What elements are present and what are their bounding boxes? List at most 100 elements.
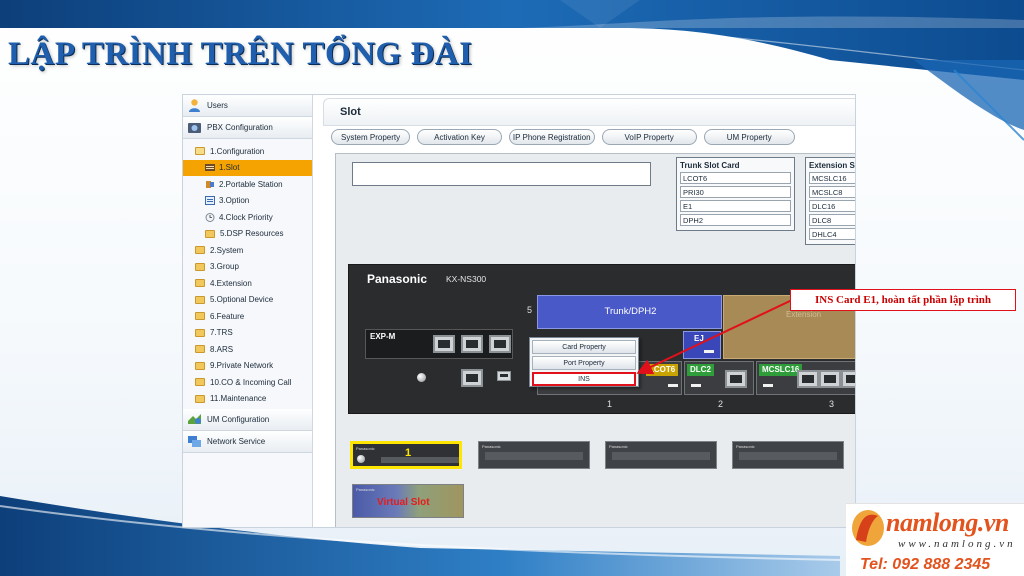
tree-item-extension[interactable]: 4.Extension [183,275,312,292]
port-property-menu-item[interactable]: Port Property [532,356,636,370]
tree-item-trs[interactable]: 7.TRS [183,325,312,342]
cabinet-thumbnail[interactable]: Panasonic [605,441,717,469]
ethernet-port-icon [819,370,841,388]
tree-item-private-network[interactable]: 9.Private Network [183,358,312,375]
trunk-card-item[interactable]: E1 [680,200,791,212]
trunk-card-item[interactable]: PRI30 [680,186,791,198]
extension-card-item[interactable]: MCSLC8 [809,186,855,198]
station-icon [206,180,214,188]
tree-item-label: 4.Clock Priority [219,212,273,222]
trunk-slot-label: Trunk/DPH2 [604,306,657,317]
extension-card-item[interactable]: DHLC4 [809,228,855,240]
cabinet-thumbnail[interactable]: Panasonic [732,441,844,469]
tree-item-group[interactable]: 3.Group [183,259,312,276]
tree-item-dsp-resources[interactable]: 5.DSP Resources [183,226,312,243]
ej-label: EJ [694,334,704,343]
ins-menu-item[interactable]: INS [532,372,636,386]
tree-item-configuration[interactable]: 1.Configuration [183,143,312,160]
slot-number: 1 [607,399,613,409]
tree-item-clock-priority[interactable]: 4.Clock Priority [183,209,312,226]
logo-website: www.namlong.vn [898,538,1016,550]
namlong-logo-icon [852,510,884,546]
clock-icon [205,212,215,222]
sidebar-section-pbx-configuration[interactable]: PBX Configuration [183,117,312,139]
logo-phone: Tel: 092 888 2345 [860,556,991,573]
tree-item-label: 8.ARS [210,344,234,354]
extension-card-item[interactable]: DLC8 [809,214,855,226]
thumbnail-brand: Panasonic [356,446,375,451]
tree-item-system[interactable]: 2.System [183,242,312,259]
page-title: Slot [323,98,855,126]
sidebar-section-users[interactable]: Users [183,95,312,117]
sidebar: Users PBX Configuration 1.Configuration … [183,95,313,527]
main-panel: Slot System Property Activation Key IP P… [323,95,856,527]
thumbnail-brand: Panasonic [356,487,375,492]
voip-property-button[interactable]: VoIP Property [601,129,697,145]
ethernet-port-icon [797,370,819,388]
virtual-slot-thumbnail[interactable]: Panasonic Virtual Slot [352,484,464,518]
thumbnail-number: 1 [405,447,412,459]
trunk-card-item[interactable]: DPH2 [680,214,791,226]
tree-item-ars[interactable]: 8.ARS [183,341,312,358]
system-property-button[interactable]: System Property [331,129,411,145]
right-wave-decoration [914,60,1024,141]
folder-icon [205,229,215,238]
trunk-slot-card-list: Trunk Slot Card LCOT6 PRI30 E1 DPH2 [676,157,795,231]
card-property-menu-item[interactable]: Card Property [532,340,636,354]
tree-item-label: 1.Slot [219,163,240,173]
cabinet-model: KX-NS300 [446,274,487,284]
extension-slot-watermark: Extension [786,310,822,319]
thumbnail-brand: Panasonic [736,444,755,449]
pbx-cabinet: Panasonic KX-NS300 EXP-M 5 Trunk/DPH2 EJ… [348,264,855,414]
sidebar-section-network-service[interactable]: Network Service [183,431,312,453]
ej-card[interactable]: EJ [683,331,721,359]
trunk-card-item[interactable]: LCOT6 [680,172,791,184]
um-property-button[interactable]: UM Property [703,129,795,145]
card-led-icon [704,350,714,353]
extension-card-item[interactable]: MCSLC16 [809,172,855,184]
network-icon [188,436,201,447]
folder-icon [195,394,205,403]
tree-item-label: 2.Portable Station [219,179,283,189]
extension-card-item[interactable]: DLC16 [809,200,855,212]
pbx-icon [188,123,201,133]
tree-item-label: 5.DSP Resources [220,229,284,239]
tree-item-label: 5.Optional Device [210,295,274,305]
annotation-callout: INS Card E1, hoàn tất phần lập trình [790,289,1016,311]
cabinet-thumbnail-selected[interactable]: Panasonic 1 [350,441,462,469]
tree-item-label: 2.System [210,245,244,255]
trunk-list-header: Trunk Slot Card [680,161,740,170]
tree-item-co-incoming-call[interactable]: 10.CO & Incoming Call [183,374,312,391]
um-icon [188,414,201,424]
folder-icon [195,279,205,288]
sidebar-section-um-configuration[interactable]: UM Configuration [183,409,312,431]
card-led-icon [763,384,773,387]
namlong-logo: namlong.vn www.namlong.vn Tel: 092 888 2… [846,503,1024,576]
slot-workspace: Trunk Slot Card LCOT6 PRI30 E1 DPH2 Exte… [335,153,856,527]
slide-title: LẬP TRÌNH TRÊN TỔNG ĐÀI [8,36,473,72]
tree-item-maintenance[interactable]: 11.Maintenance [183,391,312,408]
folder-icon [195,262,205,271]
folder-icon [195,378,205,387]
thumbnail-slot-bar [485,452,583,460]
slot-number: 3 [829,399,835,409]
toolbar: System Property Activation Key IP Phone … [331,129,795,145]
lower-slot-3[interactable]: MCSLC16 [756,361,855,395]
tree-item-feature[interactable]: 6.Feature [183,308,312,325]
cabinet-thumbnail[interactable]: Panasonic [478,441,590,469]
tree-item-slot[interactable]: 1.Slot [183,159,312,176]
trunk-dph2-slot[interactable]: Trunk/DPH2 [537,295,722,329]
tree-item-portable-station[interactable]: 2.Portable Station [183,176,312,193]
activation-key-button[interactable]: Activation Key [417,129,502,145]
usb-port-icon [497,371,511,381]
ethernet-port-icon [725,370,747,388]
tree-item-option[interactable]: 3.Option [183,193,312,210]
lower-slot-2[interactable]: DLC2 [684,361,754,395]
tree-item-label: 6.Feature [210,311,245,321]
sidebar-section-label: UM Configuration [207,415,270,424]
tree-item-label: 4.Extension [210,278,252,288]
power-led-icon [417,373,426,382]
extension-list-header: Extension Sl [809,161,856,170]
ip-phone-registration-button[interactable]: IP Phone Registration [508,129,595,145]
tree-item-optional-device[interactable]: 5.Optional Device [183,292,312,309]
